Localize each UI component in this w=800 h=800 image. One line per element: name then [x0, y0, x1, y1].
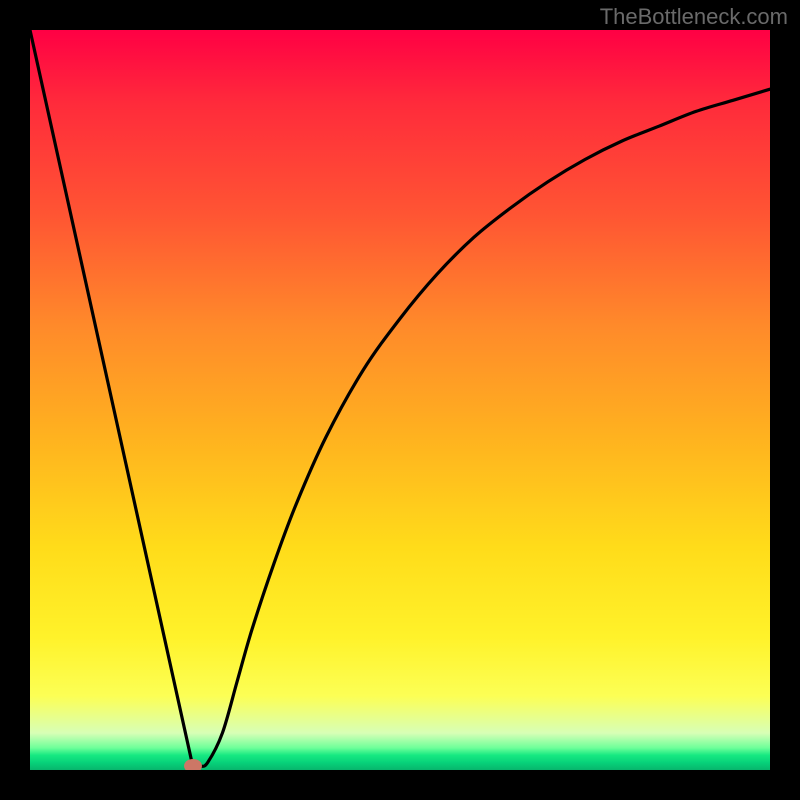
chart-frame: TheBottleneck.com: [0, 0, 800, 800]
minimum-marker: [184, 759, 202, 770]
curve-line: [30, 30, 770, 770]
plot-area: [30, 30, 770, 770]
watermark-text: TheBottleneck.com: [600, 4, 788, 30]
